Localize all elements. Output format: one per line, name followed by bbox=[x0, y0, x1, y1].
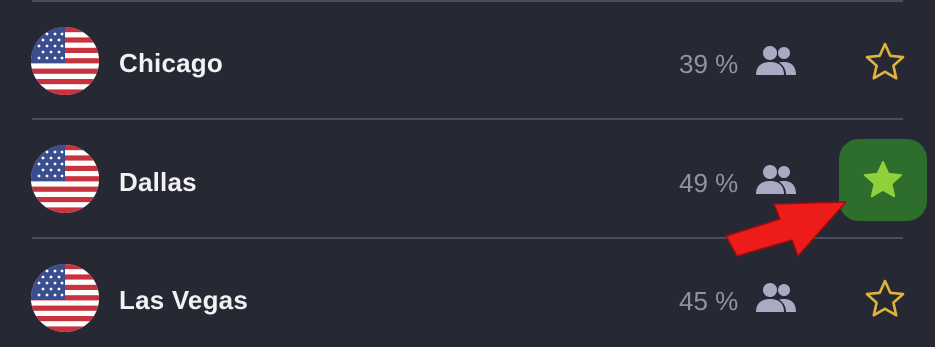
red-arrow-icon bbox=[725, 201, 847, 257]
users-icon bbox=[756, 46, 796, 75]
server-city-name: Dallas bbox=[119, 167, 197, 197]
users-icon bbox=[756, 283, 796, 312]
favorite-toggle-las-vegas[interactable] bbox=[862, 276, 908, 322]
server-city-name: Las Vegas bbox=[119, 285, 248, 315]
star-icon bbox=[865, 42, 905, 80]
star-icon bbox=[865, 279, 905, 317]
us-flag-icon bbox=[31, 264, 99, 332]
star-icon bbox=[864, 161, 902, 198]
us-flag-icon bbox=[31, 27, 99, 95]
server-row-chicago[interactable]: Chicago 39 % bbox=[0, 2, 935, 120]
favorite-toggle-dallas[interactable] bbox=[839, 139, 927, 221]
server-load: 45 % bbox=[679, 286, 739, 316]
server-list-screen: Chicago 39 % Dallas 49 % Las Vegas 45 % bbox=[0, 0, 935, 347]
favorite-toggle-chicago[interactable] bbox=[862, 39, 908, 85]
us-flag-icon bbox=[31, 145, 99, 213]
server-city-name: Chicago bbox=[119, 48, 223, 78]
server-load: 39 % bbox=[679, 49, 739, 79]
